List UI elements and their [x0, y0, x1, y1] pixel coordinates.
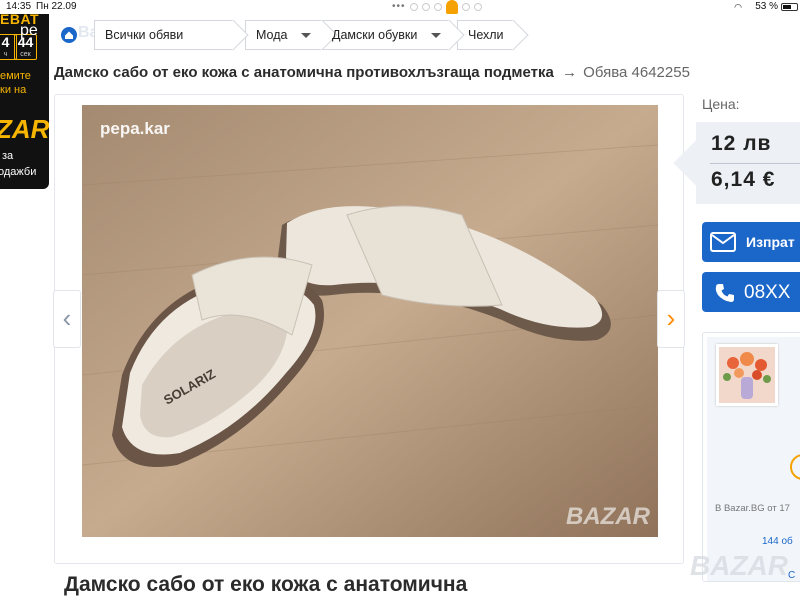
photo-gallery: SOLARIZ pepa.kar BAZAR ‹ › [53, 94, 685, 564]
send-message-label: Изпрат [746, 234, 795, 250]
home-icon [61, 27, 77, 43]
price-label: Цена: [702, 96, 740, 112]
wifi-icon: ◠ [734, 2, 742, 12]
listing-title: Дамско сабо от еко кожа с анатомична про… [54, 64, 554, 81]
arrow-right-icon: → [561, 64, 577, 81]
promo-text-4: одажби [0, 166, 37, 178]
listing-title-row: Дамско сабо от еко кожа с анатомична про… [54, 64, 690, 81]
home-button[interactable] [52, 20, 86, 50]
pagination-dot[interactable] [421, 3, 430, 11]
pagination-dot[interactable] [473, 3, 482, 11]
flowers-image [719, 347, 775, 403]
pagination-dot-active[interactable] [445, 0, 458, 14]
seller-avatar[interactable] [716, 344, 778, 406]
sandals-image: SOLARIZ [82, 105, 658, 537]
site-logo[interactable]: pe [20, 22, 38, 40]
promo-text-1: емите [0, 70, 31, 82]
battery-percent: 53 % [755, 1, 778, 12]
ad-number: Обява 4642255 [583, 64, 690, 81]
chevron-down-icon [301, 33, 312, 39]
seller-ads-count[interactable]: 144 об [762, 536, 793, 547]
status-bar: 14:35 Пн 22.09 ••• ◠ 53 % [0, 0, 800, 14]
breadcrumb-womens-shoes[interactable]: Дамски обувки [321, 20, 450, 50]
phone-icon [715, 284, 734, 302]
pagination-dot[interactable] [461, 3, 470, 11]
pagination-dot[interactable] [433, 3, 442, 11]
price-eur: 6,14 € [711, 168, 776, 191]
photo-watermark: pepa.kar [100, 119, 170, 138]
price-divider [710, 163, 800, 164]
product-photo[interactable]: SOLARIZ pepa.kar BAZAR [82, 105, 658, 537]
send-message-button[interactable]: Изпрат [702, 222, 800, 262]
breadcrumb-all-ads[interactable]: Всички обяви [94, 20, 234, 50]
seller-member-since: В Bazar.BG от 17 [715, 503, 790, 514]
next-photo-button[interactable]: › [657, 290, 685, 348]
previous-photo-button[interactable]: ‹ [53, 290, 81, 348]
breadcrumb-fashion[interactable]: Мода [245, 20, 323, 50]
price-box: 12 лв 6,14 € [696, 122, 800, 204]
status-time: 14:35 [6, 1, 32, 12]
multitask-dots[interactable]: ••• [392, 0, 482, 14]
phone-number: 08XX [744, 282, 791, 303]
photo-brand-mark: BAZAR [566, 503, 650, 530]
breadcrumb-slippers[interactable]: Чехли [457, 20, 514, 50]
status-date: Пн 22.09 [36, 1, 77, 12]
listing-subtitle: Дамско сабо от еко кожа с анатомична [64, 573, 468, 596]
chevron-down-icon [431, 33, 442, 39]
battery-icon [781, 3, 798, 11]
price-bgn: 12 лв [711, 132, 772, 155]
pagination-dot[interactable] [409, 3, 418, 11]
seller-link[interactable]: С [788, 570, 795, 581]
promo-banner[interactable]: ЕBAT 4 ч 44 сек емите ки на ZAR за одажб… [0, 14, 49, 189]
seller-watermark: BAZAR [690, 550, 788, 581]
envelope-icon [710, 232, 736, 252]
promo-text-2: ки на [0, 84, 27, 96]
promo-logo: ZAR [0, 114, 49, 144]
show-phone-button[interactable]: 08XX [702, 272, 800, 312]
promo-text-3: за [2, 150, 14, 162]
